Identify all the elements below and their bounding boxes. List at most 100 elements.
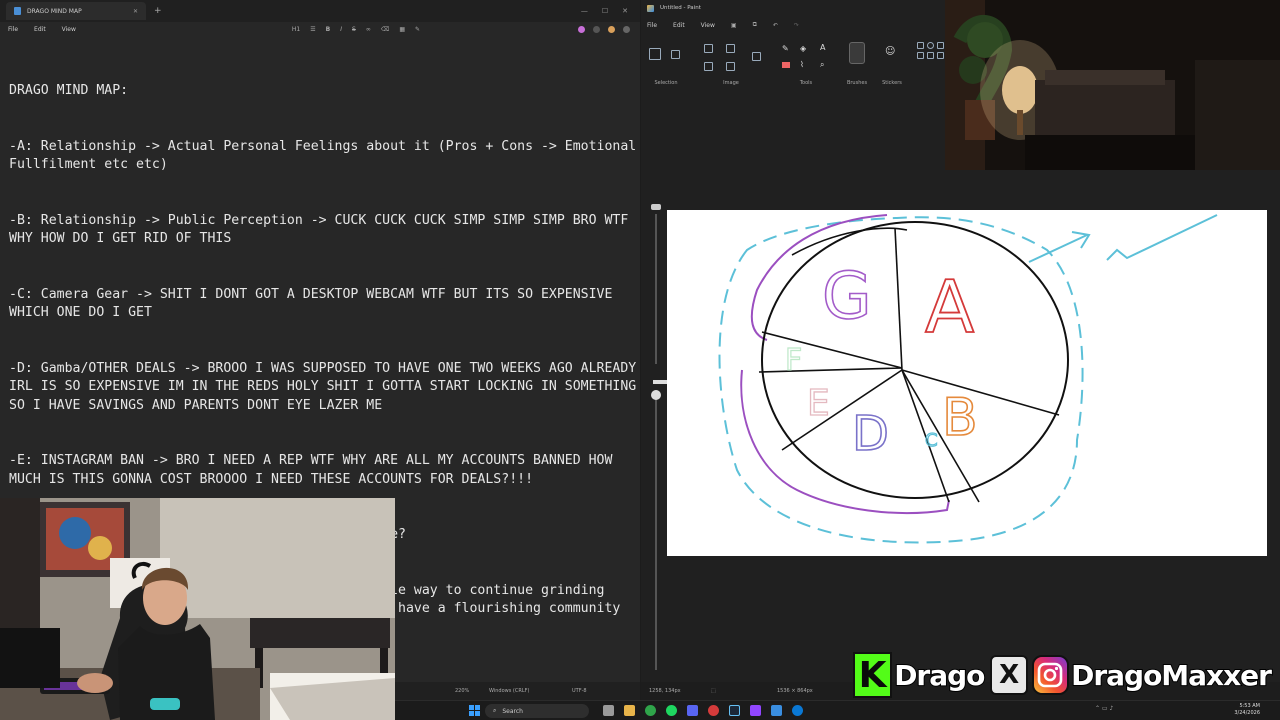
- start-button-icon[interactable]: [469, 705, 480, 716]
- kick-logo-icon: K: [853, 652, 893, 698]
- maximize-button[interactable]: ☐: [602, 7, 608, 15]
- notepad-right-icons: [578, 25, 630, 33]
- spotify-icon[interactable]: [666, 705, 677, 716]
- task-view-icon[interactable]: [603, 705, 614, 716]
- paint-bucket-icon[interactable]: ✎: [415, 26, 420, 33]
- tab-close-icon[interactable]: ✕: [133, 8, 138, 15]
- zoom-slider-track[interactable]: [655, 214, 657, 364]
- shape-arrow-icon[interactable]: [927, 52, 934, 59]
- canvas-size: 1536 × 864px: [777, 688, 813, 694]
- brush-icon[interactable]: [849, 42, 865, 64]
- resize-icon[interactable]: [726, 44, 735, 53]
- eraser-icon[interactable]: [782, 62, 790, 68]
- history-icon[interactable]: [593, 25, 600, 33]
- menu-edit[interactable]: Edit: [34, 26, 46, 33]
- paint-menu-file[interactable]: File: [647, 22, 657, 29]
- steam-icon[interactable]: [729, 705, 740, 716]
- menu-file[interactable]: File: [8, 26, 18, 33]
- list-icon[interactable]: ☰: [310, 26, 315, 33]
- cyan-arrow: [1028, 231, 1091, 263]
- flip-icon[interactable]: [726, 62, 735, 71]
- magnifier-icon[interactable]: ⌕: [820, 60, 824, 70]
- ribbon-label-brushes: Brushes: [846, 80, 868, 86]
- redo-icon[interactable]: ↷: [794, 22, 799, 29]
- sticker-icon[interactable]: ☺: [885, 46, 895, 57]
- spoke-right: [901, 369, 1060, 416]
- ribbon-group-brushes: Brushes: [841, 38, 873, 88]
- link-icon[interactable]: ∞: [366, 26, 371, 33]
- settings-icon[interactable]: [623, 25, 630, 33]
- heading-dropdown[interactable]: H1: [292, 26, 300, 33]
- fill-icon[interactable]: ◈: [800, 44, 806, 53]
- copilot-icon[interactable]: [578, 25, 585, 33]
- inner-arc: [791, 227, 908, 256]
- discord-icon[interactable]: [687, 705, 698, 716]
- color-picker-icon[interactable]: ⌇: [800, 60, 804, 69]
- ribbon-group-selection: Selection: [641, 38, 691, 88]
- letter-c: C: [925, 430, 938, 451]
- strikethrough-icon[interactable]: S: [352, 26, 356, 33]
- menu-view[interactable]: View: [62, 26, 76, 33]
- text-icon[interactable]: A: [820, 43, 825, 52]
- chrome-icon[interactable]: [645, 705, 656, 716]
- italic-icon[interactable]: I: [340, 26, 342, 33]
- new-tab-button[interactable]: +: [154, 6, 162, 16]
- edge-icon[interactable]: [792, 705, 803, 716]
- system-tray-icons[interactable]: ⌃ ▭ ♪: [1095, 705, 1135, 716]
- crop-icon[interactable]: [704, 44, 713, 53]
- open-icon[interactable]: ⧉: [753, 21, 757, 29]
- notepad-taskbar-icon[interactable]: [771, 705, 782, 716]
- ribbon-label-selection: Selection: [654, 80, 678, 86]
- format-toolbar: H1 ☰ B I S ∞ ⌫ ▦ ✎: [292, 26, 420, 33]
- zoom-level[interactable]: 220%: [455, 688, 469, 694]
- x-logo-icon: X: [990, 655, 1028, 695]
- paint-canvas[interactable]: G A F E D B C: [667, 210, 1267, 556]
- notepad-file-icon: [14, 7, 21, 15]
- letter-f: F: [785, 343, 802, 378]
- close-button[interactable]: ✕: [622, 7, 628, 15]
- instagram-logo-icon: [1031, 655, 1070, 695]
- file-explorer-icon[interactable]: [624, 705, 635, 716]
- pencil-icon[interactable]: ✎: [782, 44, 789, 53]
- undo-icon[interactable]: ↶: [773, 22, 778, 29]
- paint-menu-edit[interactable]: Edit: [673, 22, 685, 29]
- clock-time: 5:53 AM: [1239, 703, 1260, 709]
- rotate-icon[interactable]: [704, 62, 713, 71]
- save-icon[interactable]: ▣: [731, 22, 737, 29]
- taskbar-search[interactable]: ⌕ Search: [485, 704, 589, 718]
- line-ending[interactable]: Windows (CRLF): [489, 688, 529, 694]
- taskbar-clock[interactable]: 5:53 AM 3/24/2026: [1234, 703, 1260, 717]
- text-line: DRAGO MIND MAP:: [9, 83, 129, 98]
- encoding[interactable]: UTF-8: [572, 688, 587, 694]
- canvas-resize-handle[interactable]: [653, 380, 667, 384]
- selection-size-icon: ⬚: [711, 688, 716, 694]
- text-line: -D: Gamba/OTHER DEALS -> BROOO I WAS SUP…: [9, 360, 637, 413]
- shape-rect-icon[interactable]: [917, 42, 924, 49]
- minimize-button[interactable]: —: [581, 7, 588, 15]
- image-options-icon[interactable]: [752, 52, 761, 61]
- account-icon[interactable]: [608, 25, 615, 33]
- shape-triangle-icon[interactable]: [917, 52, 924, 59]
- paint-menu-view[interactable]: View: [701, 22, 715, 29]
- shape-star-icon[interactable]: [937, 52, 944, 59]
- selection-rectangle-icon[interactable]: [649, 48, 661, 60]
- table-icon[interactable]: ▦: [399, 26, 405, 33]
- social-handles-overlay: K Drago X DragoMaxxer: [853, 650, 1273, 700]
- clock-date: 3/24/2026: [1234, 710, 1260, 716]
- zoom-slider-thumb[interactable]: [651, 204, 661, 210]
- notepad-menubar: File Edit View H1 ☰ B I S ∞ ⌫ ▦ ✎: [0, 22, 640, 36]
- shape-oval-icon[interactable]: [927, 42, 934, 49]
- windows-taskbar: ⌕ Search ⌃ ▭ ♪ 5:53 AM 3/24/2026: [395, 700, 1280, 720]
- bold-icon[interactable]: B: [326, 26, 331, 33]
- twitch-icon[interactable]: [750, 705, 761, 716]
- zoom-slider-track-lower[interactable]: [655, 390, 657, 670]
- obs-icon[interactable]: [708, 705, 719, 716]
- notepad-tab[interactable]: DRAGO MIND MAP ✕: [6, 2, 146, 20]
- notepad-window-controls: — ☐ ✕: [581, 7, 628, 15]
- clear-format-icon[interactable]: ⌫: [381, 26, 389, 33]
- selection-free-icon[interactable]: [671, 50, 680, 59]
- letter-a: A: [925, 265, 974, 349]
- lock-icon[interactable]: [651, 390, 661, 400]
- shape-line-icon[interactable]: [937, 42, 944, 49]
- x-logo-letter: X: [999, 660, 1020, 690]
